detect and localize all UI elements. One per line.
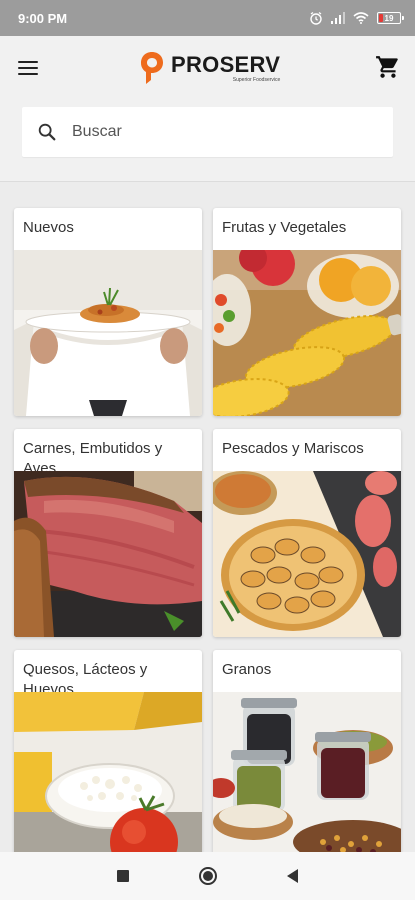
proserv-logo-icon [141,52,163,84]
plated-dish-photo [14,250,202,416]
app-header: PROSERV Superior Foodservice [0,36,415,182]
corn-and-fruit-photo [213,250,401,416]
status-time: 9:00 PM [18,10,68,26]
search-icon [38,123,56,141]
wifi-icon [353,12,369,24]
category-title: Granos [222,661,272,678]
cheese-and-tomato-photo [14,692,202,858]
category-card-pescados-y-mariscos[interactable]: Pescados y Mariscos [213,429,401,637]
status-bar: 9:00 PM 19 [0,0,415,36]
home-circle-icon[interactable] [199,867,217,885]
system-nav-bar [0,852,415,900]
search-input[interactable] [72,123,352,141]
brand-logo: PROSERV Superior Foodservice [139,46,280,90]
logo-title: PROSERV [171,51,281,77]
alarm-icon [310,11,322,25]
battery-icon: 19 [377,12,404,24]
logo-text: PROSERV Superior Foodservice [171,51,281,83]
recents-square-icon[interactable] [117,870,129,882]
category-card-quesos-lacteos-y-huevos[interactable]: Quesos, Lácteos y Huevos [14,650,202,858]
shopping-cart-icon[interactable] [375,54,401,80]
category-card-frutas-y-vegetales[interactable]: Frutas y Vegetales [213,208,401,416]
logo-tagline: Superior Foodservice [232,76,281,83]
search-bar[interactable] [22,107,393,157]
battery-text: 19 [384,13,394,23]
category-title: Pescados y Mariscos [222,440,364,457]
category-card-carnes-embutidos-y-aves[interactable]: Carnes, Embutidos y Aves [14,429,202,637]
category-card-nuevos[interactable]: Nuevos [14,208,202,416]
category-title: Nuevos [23,219,74,236]
battery-fill [379,14,384,22]
status-icons: 19 [309,11,404,25]
hamburger-menu-icon[interactable] [18,56,42,80]
grains-in-jars-photo [213,692,401,858]
category-title: Quesos, Lácteos y Huevos [23,661,148,692]
signal-icon [331,12,345,24]
clams-and-fish-photo [213,471,401,637]
category-title: Carnes, Embutidos y Aves [23,440,163,471]
category-title: Frutas y Vegetales [222,219,347,236]
sliced-meat-photo [14,471,202,637]
back-triangle-icon[interactable] [287,869,298,883]
category-card-granos[interactable]: Granos [213,650,401,858]
